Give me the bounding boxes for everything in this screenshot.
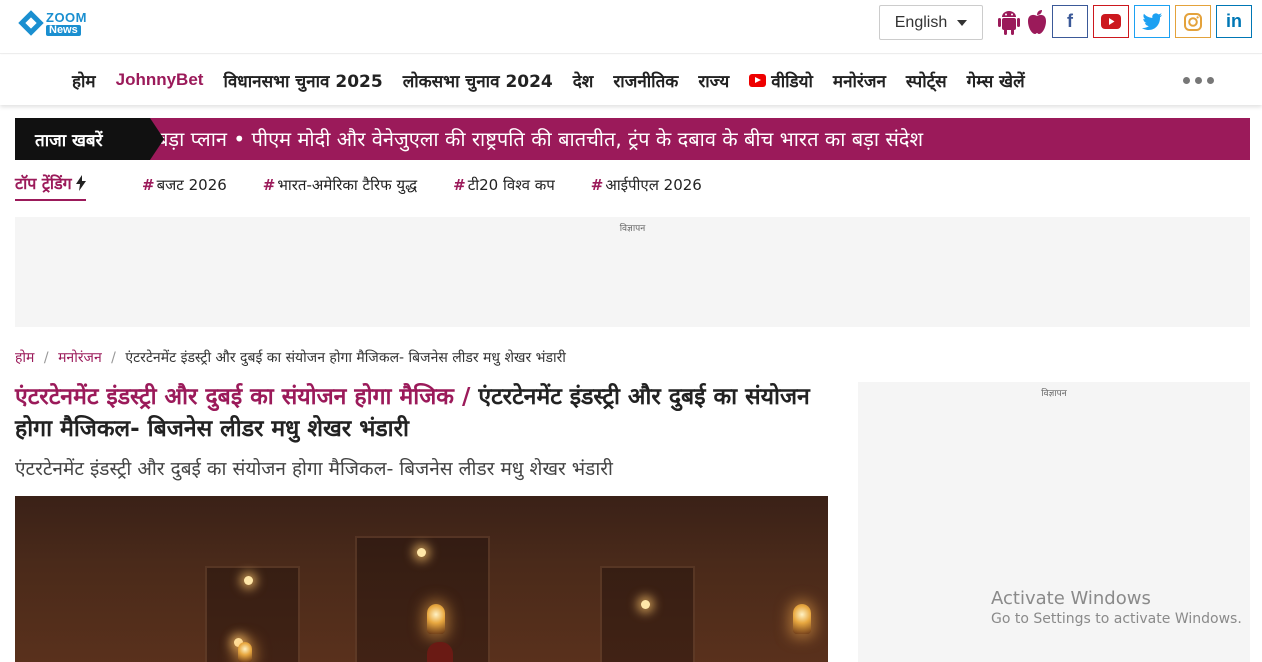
instagram-icon [1184, 12, 1202, 31]
breadcrumb-home[interactable]: होम [15, 350, 34, 366]
instagram-button[interactable] [1175, 5, 1211, 38]
main-nav: होम JohnnyBet विधानसभा चुनाव 2025 लोकसभा… [0, 55, 1262, 105]
ad-banner-top[interactable]: विज्ञापन [15, 217, 1250, 327]
article-title: एंटरटेनमेंट इंडस्ट्री और दुबई का संयोजन … [15, 381, 815, 445]
breadcrumb-current: एंटरटेनमेंट इंडस्ट्री और दुबई का संयोजन … [125, 350, 566, 366]
more-menu-icon[interactable] [1183, 77, 1214, 84]
trending-tag[interactable]: # आईपीएल 2026 [591, 175, 702, 195]
twitter-icon [1142, 13, 1162, 30]
nav-item-loksabha[interactable]: लोकसभा चुनाव 2024 [393, 69, 563, 92]
nav-item-desh[interactable]: देश [563, 69, 604, 92]
lightning-icon [75, 174, 86, 191]
ticker-headline[interactable]: बड़ा प्लान • पीएम मोदी और वेनेजुएला की र… [157, 118, 923, 160]
app-links [997, 8, 1049, 36]
article-title-accent: एंटरटेनमेंट इंडस्ट्री और दुबई का संयोजन … [15, 384, 479, 410]
trending-tag[interactable]: # बजट 2026 [142, 175, 227, 195]
breadcrumb: होम / मनोरंजन / एंटरटेनमेंट इंडस्ट्री और… [15, 348, 566, 367]
android-icon[interactable] [997, 8, 1021, 36]
nav-item-johnnybet[interactable]: JohnnyBet [106, 70, 214, 90]
ad-label: विज्ञापन [1041, 389, 1067, 399]
ad-label: विज्ञापन [619, 224, 646, 234]
facebook-icon: f [1067, 11, 1073, 31]
article-hero-image [15, 496, 828, 662]
trending-tags: # बजट 2026 # भारत-अमेरिका टैरिफ युद्ध # टी2… [142, 175, 738, 195]
youtube-icon [1101, 14, 1121, 29]
nav-item-home[interactable]: होम [62, 69, 106, 92]
ticker-label: ताजा खबरें [15, 118, 164, 160]
trending-tag[interactable]: # टी20 विश्व कप [453, 175, 555, 195]
twitter-button[interactable] [1134, 5, 1170, 38]
breaking-news-ticker: बड़ा प्लान • पीएम मोदी और वेनेजुएला की र… [15, 118, 1250, 160]
breadcrumb-separator: / [111, 350, 116, 366]
caret-down-icon [957, 19, 968, 26]
logo-text: ZOOM News [46, 11, 87, 36]
breadcrumb-category[interactable]: मनोरंजन [58, 350, 102, 366]
logo-line2: News [46, 24, 81, 36]
nav-item-sports[interactable]: स्पोर्ट्स [896, 69, 957, 92]
logo-line1: ZOOM [46, 9, 87, 25]
watermark-title: Activate Windows [991, 588, 1151, 609]
breadcrumb-separator: / [43, 350, 49, 366]
linkedin-button[interactable]: in [1216, 5, 1252, 38]
trending-title: टॉप ट्रेंडिंग [15, 172, 86, 201]
article-subtitle: एंटरटेनमेंट इंडस्ट्री और दुबई का संयोजन … [15, 458, 613, 480]
social-links: f in [1052, 5, 1252, 38]
nav-item-video-label: वीडियो [771, 71, 813, 92]
nav-item-games[interactable]: गेम्स खेलें [957, 69, 1035, 92]
windows-activation-watermark: Activate Windows Go to Settings to activ… [991, 588, 1242, 627]
youtube-play-icon [749, 73, 767, 87]
nav-item-manoranjan[interactable]: मनोरंजन [823, 69, 896, 92]
watermark-subtitle: Go to Settings to activate Windows. [991, 611, 1242, 627]
nav-item-vidhansabha[interactable]: विधानसभा चुनाव 2025 [213, 69, 392, 92]
youtube-button[interactable] [1093, 5, 1129, 38]
trending-tag[interactable]: # भारत-अमेरिका टैरिफ युद्ध [263, 175, 417, 195]
apple-icon[interactable] [1025, 8, 1049, 36]
nav-item-rajya[interactable]: राज्य [688, 69, 739, 92]
site-logo[interactable]: ZOOM News [18, 8, 100, 38]
language-select[interactable]: English [879, 5, 983, 40]
facebook-button[interactable]: f [1052, 5, 1088, 38]
nav-item-video[interactable]: वीडियो [739, 69, 823, 92]
nav-item-rajnitik[interactable]: राजनीतिक [603, 69, 688, 92]
top-bar: ZOOM News English f in [0, 0, 1262, 54]
logo-mark-icon [18, 10, 44, 36]
top-trending: टॉप ट्रेंडिंग [15, 170, 86, 202]
linkedin-icon: in [1226, 11, 1242, 31]
language-selected: English [894, 13, 948, 31]
trending-title-text: टॉप ट्रेंडिंग [15, 173, 72, 193]
